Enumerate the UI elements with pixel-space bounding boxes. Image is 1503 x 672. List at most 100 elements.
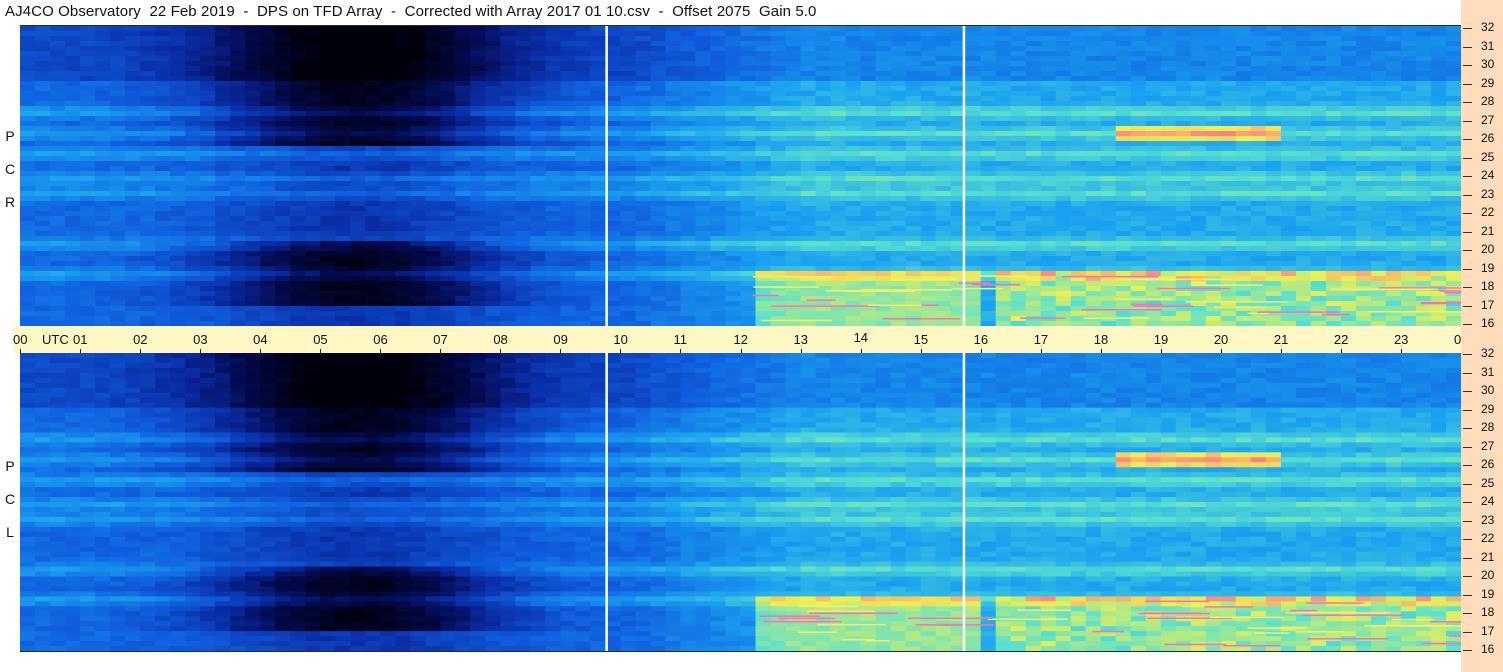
spectrogram-cell xyxy=(1430,131,1447,137)
spectrogram-cell xyxy=(920,246,937,252)
spectrogram-cell xyxy=(335,206,351,212)
spectrogram-cell xyxy=(320,171,336,177)
spectrogram-cell xyxy=(470,236,486,242)
spectrogram-cell xyxy=(755,261,772,267)
spectrogram-cell xyxy=(545,106,561,112)
spectrogram-cell xyxy=(935,131,952,137)
spectrogram-cell xyxy=(110,41,126,47)
spectrogram-cell xyxy=(590,271,607,277)
spectrogram-cell xyxy=(995,81,1012,87)
spectrogram-cell xyxy=(485,231,501,237)
spectrogram-cell xyxy=(830,266,847,272)
spectrogram-cell xyxy=(65,216,81,222)
spectrogram-cell xyxy=(1250,41,1267,47)
spectrogram-cell xyxy=(1310,251,1327,257)
spectrogram-cell xyxy=(350,46,366,52)
spectrogram-cell xyxy=(485,131,501,137)
spectrogram-cell xyxy=(650,251,667,257)
spectrogram-cell xyxy=(740,136,757,142)
spectrogram-cell xyxy=(575,96,591,102)
spectrogram-cell xyxy=(125,281,141,287)
spectrogram-cell xyxy=(710,111,727,117)
spectrogram-cell xyxy=(230,156,246,162)
spectrogram-cell xyxy=(1280,241,1297,247)
spectrogram-cell xyxy=(110,26,126,32)
spectrogram-cell xyxy=(1370,126,1387,132)
spectrogram-cell xyxy=(905,171,922,177)
spectrogram-cell xyxy=(365,181,381,187)
spectrogram-cell xyxy=(395,211,411,217)
spectrogram-cell xyxy=(635,201,652,207)
spectrogram-cell xyxy=(785,226,802,232)
spectrogram-cell xyxy=(1025,151,1042,157)
spectrogram-cell xyxy=(1415,231,1432,237)
spectrogram-cell xyxy=(335,171,351,177)
spectrogram-cell xyxy=(1070,121,1087,127)
spectrogram-cell xyxy=(650,256,667,262)
spectrogram-cell xyxy=(635,36,652,42)
spectrogram-cell xyxy=(215,116,231,122)
spectrogram-cell xyxy=(95,251,111,257)
spectrogram-cell xyxy=(155,271,171,277)
spectrogram-cell xyxy=(455,116,471,122)
spectrogram-cell xyxy=(365,166,381,172)
spectrogram-cell xyxy=(665,241,682,247)
spectrogram-cell xyxy=(1055,246,1072,252)
spectrogram-cell xyxy=(1070,41,1087,47)
spectrogram-cell xyxy=(935,161,952,167)
spectrogram-cell xyxy=(365,211,381,217)
spectrogram-cell xyxy=(65,66,81,72)
spectrogram-cell xyxy=(215,61,231,67)
spectrogram-cell xyxy=(95,191,111,197)
spectrogram-cell xyxy=(1130,46,1147,52)
spectrogram-cell xyxy=(80,166,96,172)
spectrogram-cell xyxy=(260,91,276,97)
spectrogram-cell xyxy=(755,116,772,122)
spectrogram-cell xyxy=(335,281,351,287)
spectrogram-cell xyxy=(560,186,576,192)
spectrogram-cell xyxy=(875,26,892,32)
spectrogram-cell xyxy=(260,191,276,197)
spectrogram-cell xyxy=(35,151,51,157)
spectrogram-cell xyxy=(125,181,141,187)
spectrogram-cell xyxy=(1070,191,1087,197)
spectrogram-cell xyxy=(1235,61,1252,67)
spectrogram-cell xyxy=(1265,231,1282,237)
spectrogram-cell xyxy=(860,111,877,117)
spectrogram-cell xyxy=(320,221,336,227)
spectrogram-cell xyxy=(575,231,591,237)
spectrogram-cell xyxy=(1190,151,1207,157)
spectrogram-cell xyxy=(515,66,531,72)
spectrogram-cell xyxy=(1010,96,1027,102)
spectrogram-cell xyxy=(845,61,862,67)
spectrogram-cell xyxy=(260,146,276,152)
spectrogram-cell xyxy=(1280,46,1297,52)
spectrogram-cell xyxy=(695,101,712,107)
spectrogram-cell xyxy=(590,136,607,142)
spectrogram-cell xyxy=(860,76,877,82)
spectrogram-cell xyxy=(890,261,907,267)
spectrogram-cell xyxy=(365,236,381,242)
spectrogram-cell xyxy=(1085,116,1102,122)
spectrogram-cell xyxy=(440,41,456,47)
spectrogram-cell xyxy=(140,236,156,242)
spectrogram-cell xyxy=(1235,86,1252,92)
spectrogram-cell xyxy=(980,191,997,197)
spectrogram-cell xyxy=(1325,31,1342,37)
spectrogram-cell xyxy=(410,166,426,172)
spectrogram-cell xyxy=(1100,46,1117,52)
spectrogram-cell xyxy=(95,66,111,72)
spectrogram-cell xyxy=(500,71,516,77)
spectrogram-cell xyxy=(1115,51,1132,57)
spectrogram-cell xyxy=(1175,186,1192,192)
spectrogram-cell xyxy=(875,271,892,277)
spectrogram-cell xyxy=(1175,141,1192,147)
spectrogram-cell xyxy=(1010,26,1027,32)
spectrogram-cell xyxy=(20,166,36,172)
spectrogram-cell xyxy=(110,126,126,132)
spectrogram-cell xyxy=(560,191,576,197)
spectrogram-cell xyxy=(575,46,591,52)
spectrogram-cell xyxy=(230,126,246,132)
spectrogram-cell xyxy=(110,151,126,157)
spectrogram-cell xyxy=(1130,256,1147,262)
